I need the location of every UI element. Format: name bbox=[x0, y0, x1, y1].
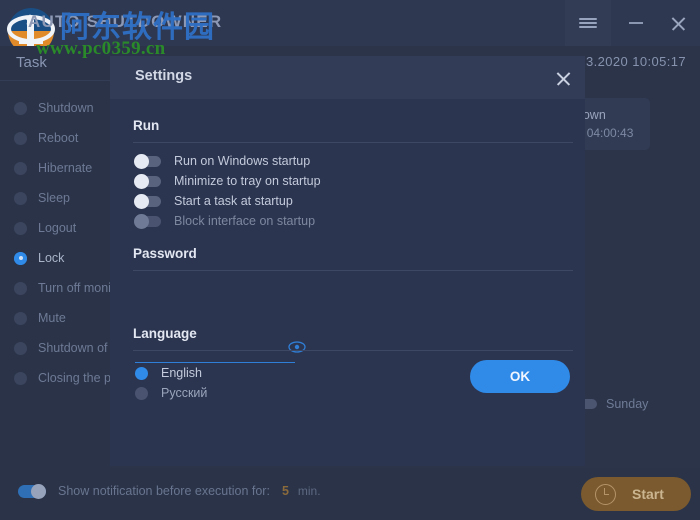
option-label: Run on Windows startup bbox=[174, 154, 311, 168]
section-title-language: Language bbox=[133, 326, 197, 341]
sidebar-item-label: Reboot bbox=[38, 131, 79, 145]
language-option-russian[interactable]: Русский bbox=[135, 386, 207, 400]
language-option-english[interactable]: English bbox=[135, 366, 202, 380]
language-label: Русский bbox=[161, 386, 208, 400]
radio-icon[interactable] bbox=[14, 341, 27, 355]
sidebar-item-label: Sleep bbox=[38, 191, 70, 205]
radio-icon[interactable] bbox=[14, 281, 27, 295]
radio-icon[interactable] bbox=[14, 191, 27, 205]
settings-dialog-title: Settings bbox=[135, 68, 193, 84]
day-row-sunday[interactable]: Sunday bbox=[575, 397, 648, 411]
toggle-icon[interactable] bbox=[134, 213, 161, 229]
day-label: Sunday bbox=[606, 397, 649, 411]
language-label: English bbox=[161, 366, 202, 380]
watermark-url: www.pc0359.cn bbox=[36, 38, 166, 59]
start-button-label: Start bbox=[632, 486, 664, 502]
radio-icon[interactable] bbox=[14, 371, 27, 385]
section-title-run: Run bbox=[133, 118, 160, 133]
option-run-on-windows-startup[interactable]: Run on Windows startup bbox=[134, 153, 311, 169]
notification-label: Show notification before execution for: bbox=[58, 484, 270, 498]
toggle-icon[interactable] bbox=[134, 173, 161, 189]
notification-toggle[interactable] bbox=[18, 483, 46, 499]
bottom-bar: Show notification before execution for: … bbox=[0, 468, 700, 520]
settings-dialog-header: Settings bbox=[110, 56, 585, 99]
sidebar-item-label: Turn off monito bbox=[38, 281, 122, 295]
section-divider-language bbox=[133, 350, 573, 351]
section-divider-run bbox=[133, 142, 573, 143]
sidebar-item-label: Shutdown bbox=[38, 101, 94, 115]
option-label: Start a task at startup bbox=[174, 194, 293, 208]
notification-minutes-unit: min. bbox=[297, 484, 321, 498]
sidebar-item-shutdown[interactable]: Shutdown bbox=[14, 98, 114, 118]
sidebar-item-logout[interactable]: Logout bbox=[14, 218, 114, 238]
radio-icon-selected[interactable] bbox=[14, 251, 27, 265]
start-button[interactable]: Start bbox=[581, 477, 691, 511]
radio-icon[interactable] bbox=[135, 386, 148, 400]
option-block-interface-on-startup[interactable]: Block interface on startup bbox=[134, 213, 316, 229]
radio-icon[interactable] bbox=[14, 311, 27, 325]
toggle-icon[interactable] bbox=[134, 153, 161, 169]
sidebar-item-lock[interactable]: Lock bbox=[14, 248, 114, 268]
sidebar-item-mute[interactable]: Mute bbox=[14, 308, 114, 328]
close-icon[interactable] bbox=[551, 66, 575, 90]
sidebar-item-sleep[interactable]: Sleep bbox=[14, 188, 114, 208]
app-window: AUTO SHUTDOWNER Task Shutdown Reboot Hib… bbox=[0, 0, 700, 520]
sidebar-item-label: Lock bbox=[38, 251, 65, 265]
close-icon[interactable] bbox=[655, 0, 700, 46]
notification-minutes-value[interactable]: 5 bbox=[282, 484, 289, 498]
password-field-wrapper bbox=[135, 338, 306, 364]
minimize-icon[interactable] bbox=[613, 0, 659, 46]
ok-button[interactable]: OK bbox=[470, 360, 570, 393]
sidebar-item-shutdown-of-network[interactable]: Shutdown of n bbox=[14, 338, 118, 358]
option-label: Block interface on startup bbox=[174, 214, 316, 228]
toggle-icon[interactable] bbox=[134, 193, 161, 209]
section-title-password: Password bbox=[133, 246, 197, 261]
option-label: Minimize to tray on startup bbox=[174, 174, 321, 188]
sidebar-item-label: Hibernate bbox=[38, 161, 93, 175]
settings-dialog: Settings Run Run on Windows startup Mini… bbox=[110, 56, 585, 466]
notification-setting-row[interactable]: Show notification before execution for: … bbox=[18, 483, 321, 499]
ok-button-label: OK bbox=[509, 369, 531, 384]
radio-icon[interactable] bbox=[14, 221, 27, 235]
sidebar-item-label: Mute bbox=[38, 311, 66, 325]
section-divider-password bbox=[133, 270, 573, 271]
hamburger-menu-icon[interactable] bbox=[565, 0, 611, 46]
eye-icon[interactable] bbox=[287, 340, 307, 354]
sidebar-item-closing-the-program[interactable]: Closing the pro bbox=[14, 368, 122, 388]
sidebar-divider bbox=[0, 80, 110, 81]
radio-icon[interactable] bbox=[14, 161, 27, 175]
sidebar-item-turn-off-monitor[interactable]: Turn off monito bbox=[14, 278, 121, 298]
clock-icon bbox=[595, 483, 616, 505]
sidebar-item-hibernate[interactable]: Hibernate bbox=[14, 158, 114, 178]
current-datetime: 3.2020 10:05:17 bbox=[586, 54, 686, 69]
radio-icon[interactable] bbox=[14, 131, 27, 145]
option-minimize-to-tray-on-startup[interactable]: Minimize to tray on startup bbox=[134, 173, 321, 189]
sidebar-item-reboot[interactable]: Reboot bbox=[14, 128, 114, 148]
sidebar-item-label: Shutdown of n bbox=[38, 341, 118, 355]
radio-icon[interactable] bbox=[14, 101, 27, 115]
option-start-a-task-at-startup[interactable]: Start a task at startup bbox=[134, 193, 293, 209]
radio-icon-selected[interactable] bbox=[135, 366, 148, 380]
sidebar-item-label: Logout bbox=[38, 221, 77, 235]
